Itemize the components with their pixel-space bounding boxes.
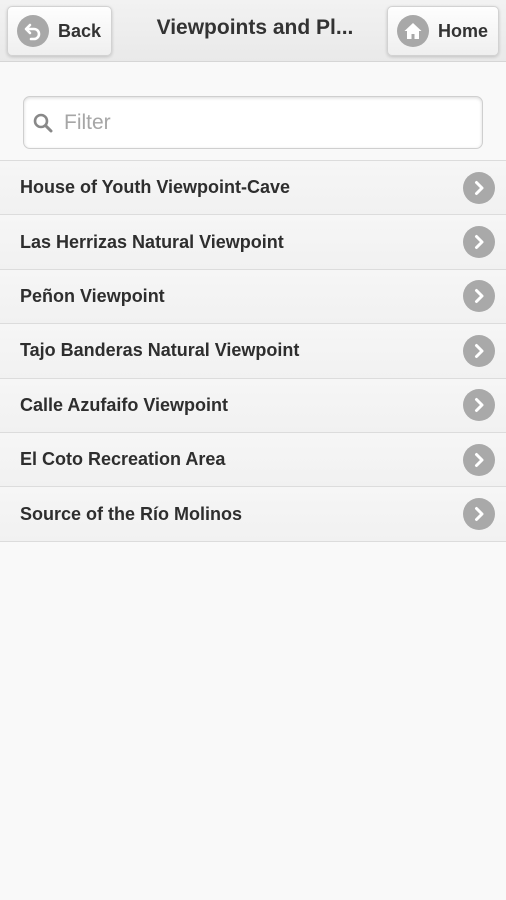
chevron-right-icon bbox=[463, 171, 495, 204]
viewpoint-list: House of Youth Viewpoint-Cave Las Herriz… bbox=[0, 160, 506, 542]
chevron-right-icon bbox=[463, 280, 495, 313]
list-item[interactable]: El Coto Recreation Area bbox=[0, 432, 506, 488]
list-item-label: Las Herrizas Natural Viewpoint bbox=[20, 231, 284, 252]
list-item[interactable]: Las Herrizas Natural Viewpoint bbox=[0, 215, 506, 270]
chevron-right-icon bbox=[463, 389, 495, 422]
chevron-right-icon bbox=[463, 498, 495, 531]
list-item-label: El Coto Recreation Area bbox=[20, 449, 226, 470]
list-item-label: Peñon Viewpoint bbox=[20, 285, 165, 306]
search-icon bbox=[32, 112, 54, 134]
chevron-right-icon bbox=[463, 443, 495, 476]
back-button[interactable]: Back bbox=[7, 6, 112, 56]
filter-box[interactable] bbox=[23, 96, 483, 149]
list-item[interactable]: Peñon Viewpoint bbox=[0, 269, 506, 325]
list-item-label: House of Youth Viewpoint-Cave bbox=[20, 177, 291, 198]
header-bar: Back Viewpoints and Pl... Home bbox=[0, 0, 506, 62]
chevron-right-icon bbox=[463, 226, 495, 259]
back-arrow-icon bbox=[17, 15, 49, 47]
list-item-label: Calle Azufaifo Viewpoint bbox=[20, 394, 229, 415]
filter-input[interactable] bbox=[64, 110, 464, 135]
list-item[interactable]: Source of the Río Molinos bbox=[0, 487, 506, 542]
list-item[interactable]: Tajo Banderas Natural Viewpoint bbox=[0, 324, 506, 379]
page-title: Viewpoints and Pl... bbox=[156, 16, 354, 39]
home-button-label: Home bbox=[438, 20, 489, 41]
list-item-label: Source of the Río Molinos bbox=[20, 503, 243, 524]
back-button-label: Back bbox=[58, 20, 102, 41]
list-item[interactable]: Calle Azufaifo Viewpoint bbox=[0, 378, 506, 433]
list-item-label: Tajo Banderas Natural Viewpoint bbox=[20, 340, 300, 361]
list-item[interactable]: House of Youth Viewpoint-Cave bbox=[0, 161, 506, 216]
home-icon bbox=[397, 15, 429, 47]
home-button[interactable]: Home bbox=[387, 6, 499, 56]
chevron-right-icon bbox=[463, 334, 495, 367]
